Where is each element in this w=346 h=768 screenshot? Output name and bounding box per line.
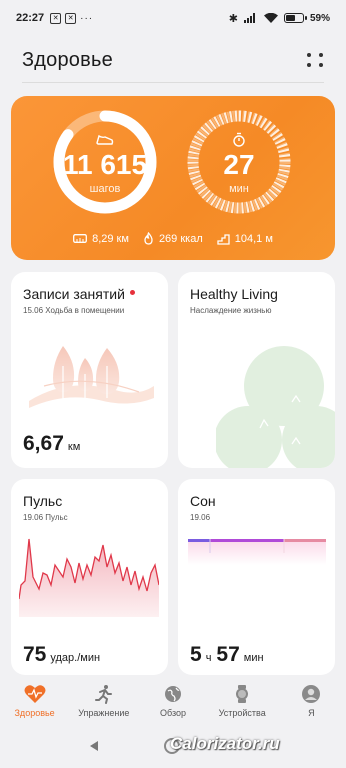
distance-stat: 8,29 км [73,232,129,245]
more-options-button[interactable] [304,48,328,72]
bottom-navigation: Здоровье Упражнение Обзор Устройства Я [0,680,346,728]
stairs-icon [217,233,230,245]
workout-records-subtitle: 15.06 Ходьба в помещении [23,306,125,315]
sleep-card[interactable]: Сон 19.06 5 ч 57 мин [178,479,335,675]
nav-exercise-label: Упражнение [78,708,130,718]
watermark: Calorizator.ru [170,734,280,753]
workout-distance-unit: км [67,441,81,453]
sleep-hours-unit: ч [205,652,212,664]
nav-health[interactable]: Здоровье [0,680,69,728]
signal-icon [243,13,255,23]
steps-value: 11 615 [62,149,148,180]
healthy-living-title: Healthy Living [190,286,278,302]
battery-icon [283,13,307,23]
trees-illustration [29,346,154,408]
calories-value: 269 ккал [158,232,203,245]
back-icon[interactable] [88,740,100,752]
sleep-subtitle: 19.06 [190,513,211,522]
heart-icon [24,685,46,703]
workout-records-title: Записи занятий [23,286,135,302]
globe-icon [165,686,181,702]
status-bar: 22:27 ✕ ✕ ··· ✱ 59% [0,0,346,36]
bluetooth-icon: ✱ [228,12,238,25]
runner-icon [94,685,112,704]
minutes-value: 27 [223,149,255,180]
activity-stats: 8,29 км 269 ккал 104,1 м [11,232,335,245]
dot [307,53,311,57]
minutes-unit: мин [229,183,249,195]
sleep-minutes: 57 [216,643,240,666]
clover-illustration [216,346,335,468]
heart-rate-card[interactable]: Пульс 19.06 Пульс 75 удар./мин [11,479,168,675]
nav-me-label: Я [308,708,315,718]
heart-rate-chart [19,538,159,617]
status-time: 22:27 [16,12,45,24]
sleep-chart [188,539,326,565]
dot [319,63,323,67]
nav-overview[interactable]: Обзор [138,680,207,728]
flame-icon [144,232,153,245]
distance-value: 8,29 км [92,232,129,245]
steps-ring[interactable]: 11 615 шагов [51,108,159,216]
watch-icon [236,685,249,703]
nav-devices-label: Устройства [218,708,266,718]
activity-rings-card[interactable]: 11 615 шагов 27 мин 8,29 км 269 ккал 104… [11,96,335,260]
workout-distance-value: 6,67 [23,432,64,455]
heart-rate-title: Пульс [23,493,63,509]
nav-devices[interactable]: Устройства [208,680,277,728]
workout-distance: 6,67 км [23,432,80,456]
floors-value: 104,1 м [234,232,273,245]
heart-rate-value: 75 [23,643,47,666]
dot [307,63,311,67]
system-navigation-bar: Calorizator.ru [0,728,346,768]
active-minutes-ring[interactable]: 27 мин [185,108,293,216]
nav-me[interactable]: Я [277,680,346,728]
header-divider [22,82,324,83]
page-title: Здоровье [22,48,113,71]
nav-health-label: Здоровье [14,708,55,718]
new-badge-dot [129,289,135,295]
floors-stat: 104,1 м [217,232,273,245]
page-header: Здоровье [22,40,328,80]
sleep-minutes-unit: мин [243,652,264,664]
wifi-icon [263,13,278,23]
app-notification-icon: ✕ [50,12,62,24]
workout-records-title-text: Записи занятий [23,286,125,302]
calories-stat: 269 ккал [143,232,203,245]
more-notifications-icon: ··· [80,12,94,24]
heart-rate-unit: удар./мин [50,652,101,664]
sleep-title: Сон [190,493,216,509]
healthy-living-subtitle: Наслаждение жизнью [190,306,272,315]
dot [319,53,323,57]
workout-records-card[interactable]: Записи занятий 15.06 Ходьба в помещении … [11,272,168,468]
sleep-duration: 5 ч 57 мин [190,643,264,667]
nav-overview-label: Обзор [160,708,186,718]
shoe-icon [96,134,114,145]
heart-rate-reading: 75 удар./мин [23,643,100,667]
profile-icon [302,685,321,703]
battery-percent: 59% [309,12,330,24]
ruler-icon [73,234,88,243]
heart-rate-subtitle: 19.06 Пульс [23,513,68,522]
healthy-living-card[interactable]: Healthy Living Наслаждение жизнью [178,272,335,468]
nav-exercise[interactable]: Упражнение [69,680,138,728]
steps-unit: шагов [89,183,121,195]
app-notification-icon: ✕ [65,12,77,24]
sleep-hours: 5 [190,643,202,666]
notification-icons: ✕ ✕ ··· [50,12,94,24]
stopwatch-icon [233,132,245,147]
